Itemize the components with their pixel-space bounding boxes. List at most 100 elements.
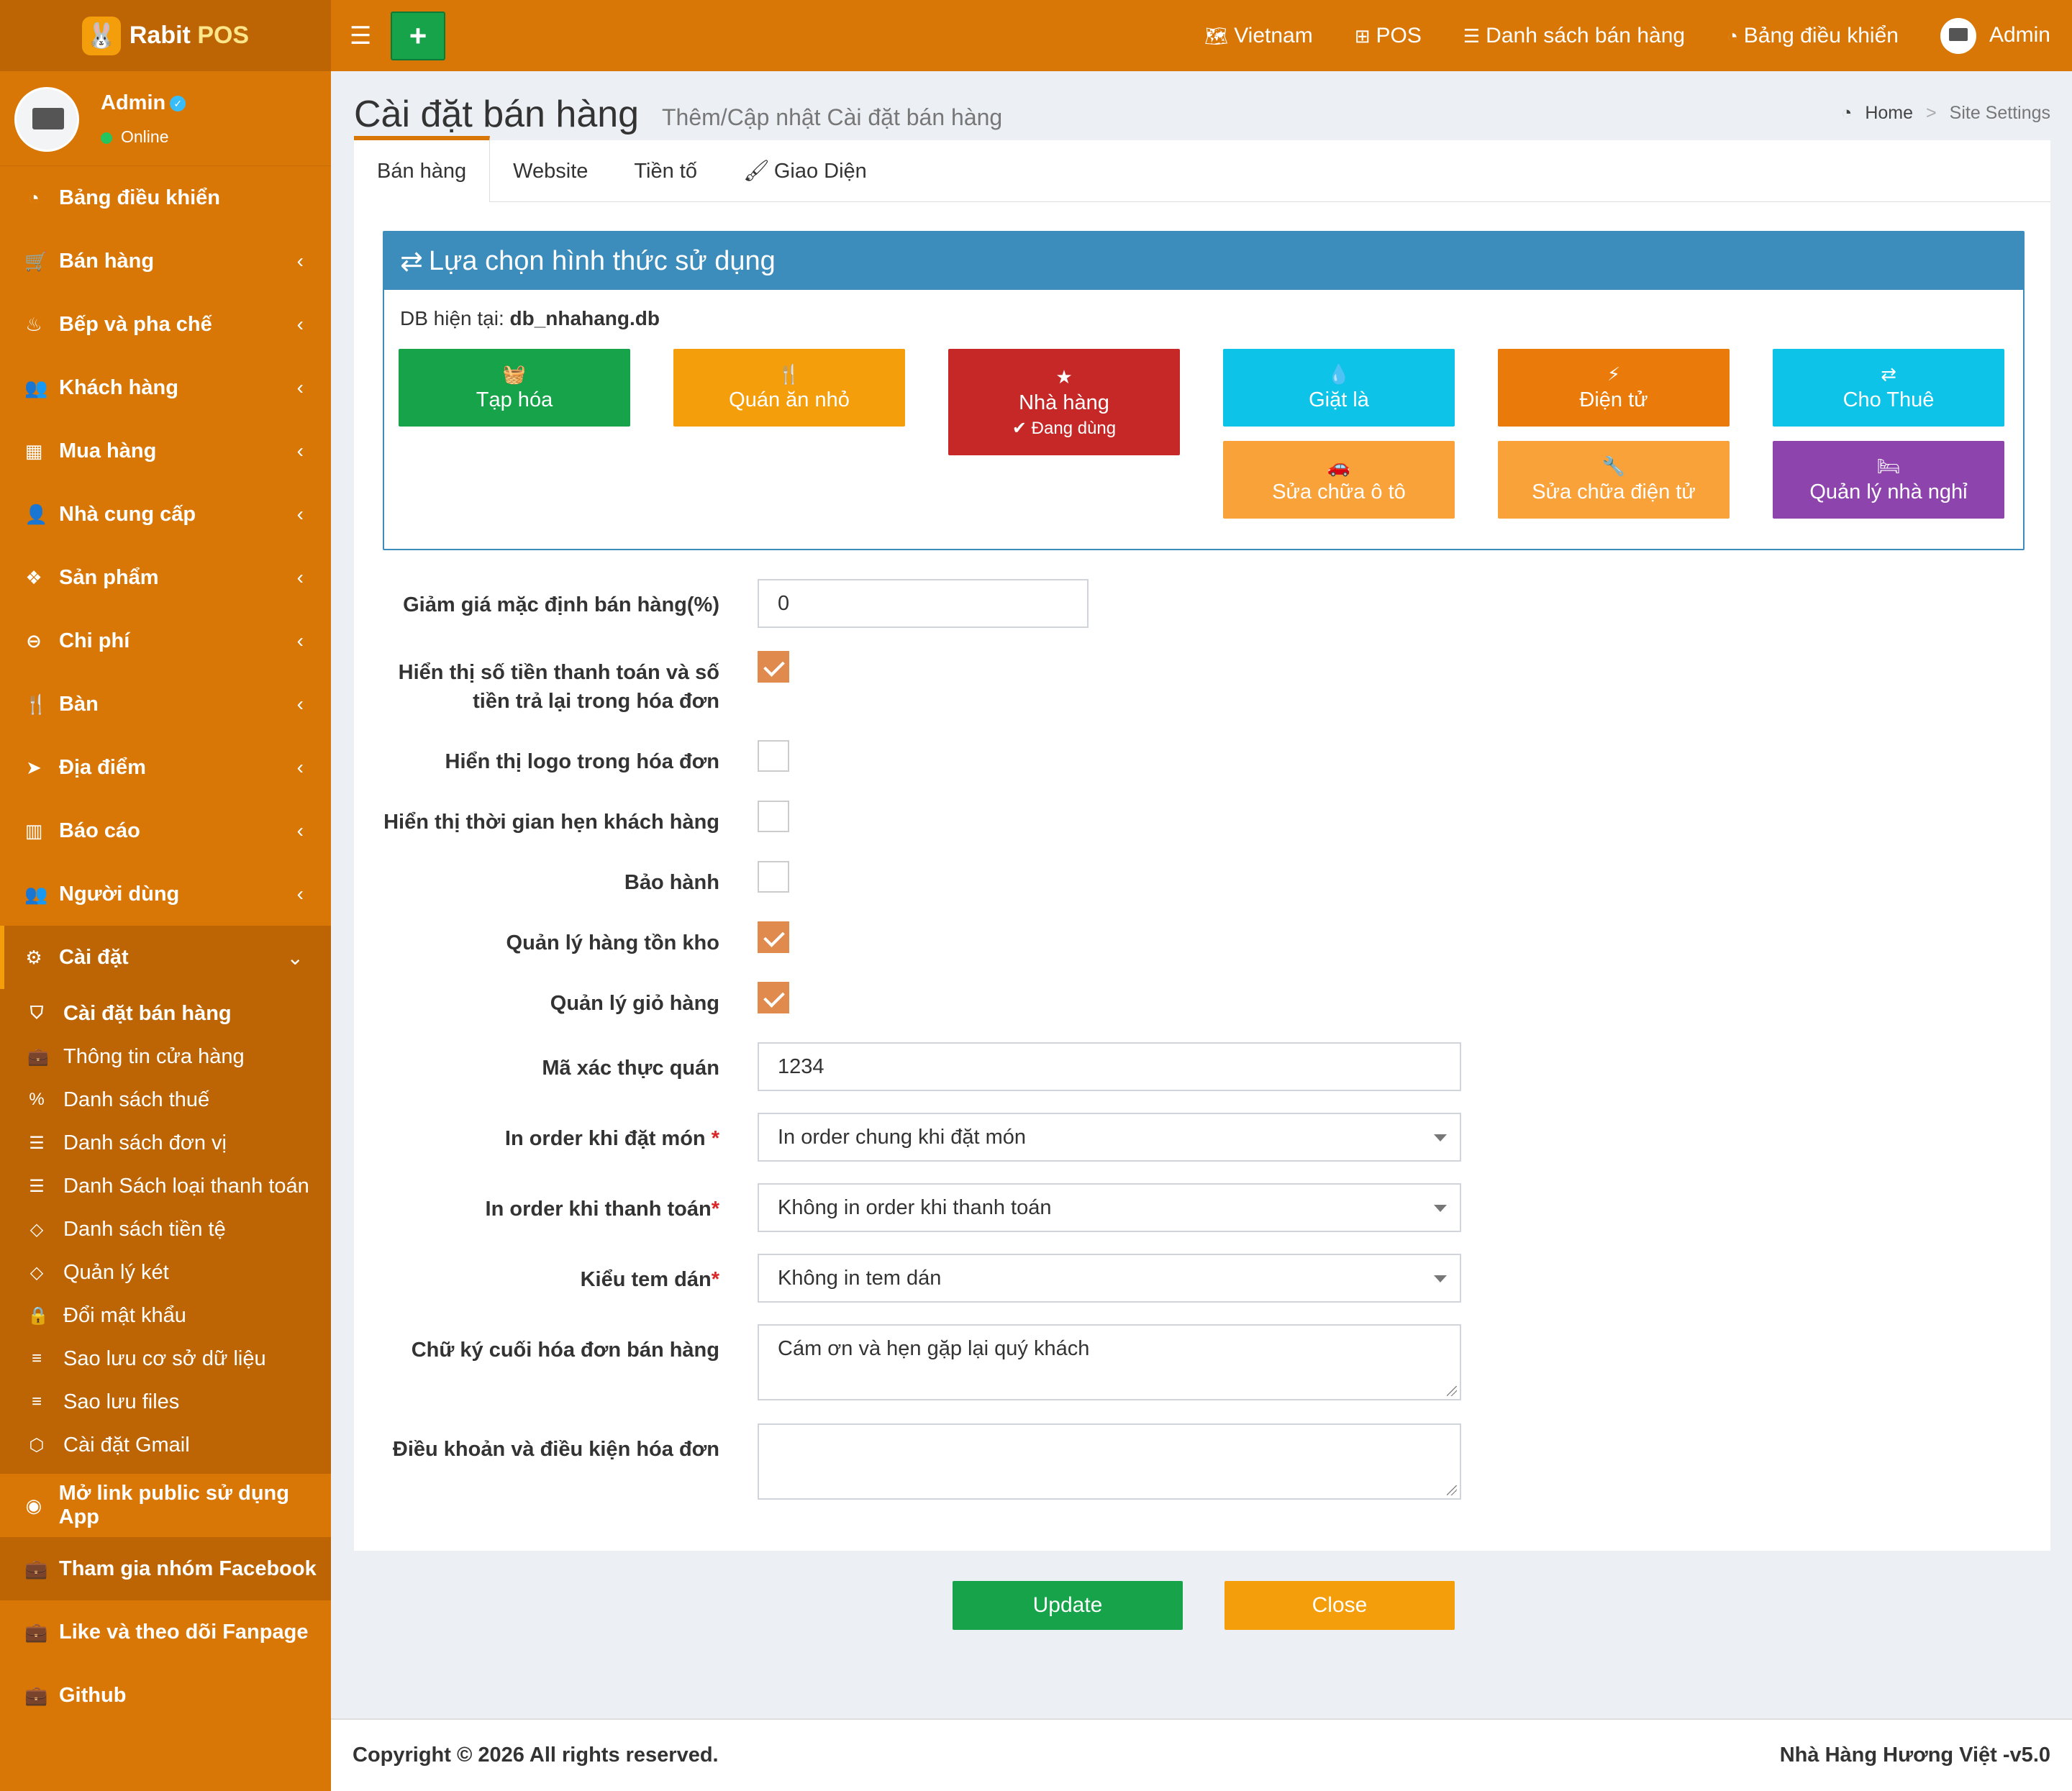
show-payment-checkbox[interactable]	[758, 651, 789, 683]
auth-code-input[interactable]: 1234	[758, 1042, 1461, 1091]
submenu-backup-db[interactable]: ≡ Sao lưu cơ sở dữ liệu	[0, 1337, 331, 1380]
sidebar-item-settings[interactable]: ⚙ Cài đặt ⌄	[0, 926, 331, 989]
mode-motel-button[interactable]: 🛏 Quản lý nhà nghỉ	[1773, 441, 2004, 519]
update-button[interactable]: Update	[953, 1581, 1183, 1630]
settings-panel: ⇄ Lựa chọn hình thức sử dụng DB hiện tại:…	[354, 202, 2050, 1551]
list-icon: ☰	[29, 1133, 45, 1153]
show-logo-label: Hiển thị logo trong hóa đơn	[445, 750, 719, 773]
footer-brand: Nhà Hàng Hương Việt -v5.0	[1779, 1744, 2050, 1767]
sidebar-item-public-link[interactable]: ◉ Mở link public sử dụng App	[0, 1474, 331, 1537]
cube-icon: ⬡	[29, 1435, 45, 1455]
avatar	[1940, 17, 1976, 54]
submenu-gmail-settings[interactable]: ⬡ Cài đặt Gmail	[0, 1423, 331, 1467]
cart-icon: 🛒	[24, 250, 48, 272]
submenu-payment-types[interactable]: ☰ Danh Sách loại thanh toán	[0, 1165, 331, 1208]
breadcrumb: ◔ Home > Site Settings	[1841, 103, 2050, 124]
print-payment-select[interactable]: Không in order khi thanh toán	[758, 1183, 1461, 1232]
sidebar-item-sales[interactable]: 🛒 Bán hàng ‹	[0, 229, 331, 293]
submenu-unit-list[interactable]: ☰ Danh sách đơn vị	[0, 1121, 331, 1165]
current-db: DB hiện tại: db_nhahang.db	[400, 307, 660, 329]
dashboard-icon: ◔	[1841, 103, 1853, 123]
chevron-left-icon: ‹	[296, 566, 304, 588]
brush-icon: 🖌	[743, 160, 770, 183]
minus-circle-icon: ⊖	[26, 629, 42, 652]
sidebar-item-github[interactable]: 💼 Github	[0, 1664, 331, 1727]
chevron-left-icon: ‹	[296, 503, 304, 525]
tab-prefix[interactable]: Tiền tố	[611, 140, 720, 202]
sidebar-item-products[interactable]: ❖ Sản phẩm ‹	[0, 546, 331, 609]
sidebar-item-facebook-group[interactable]: 💼 Tham gia nhóm Facebook	[0, 1537, 331, 1600]
submenu-backup-files[interactable]: ≡ Sao lưu files	[0, 1380, 331, 1423]
mode-car-repair-button[interactable]: 🚗 Sửa chữa ô tô	[1223, 441, 1455, 519]
print-payment-label: In order khi thanh toán*	[485, 1198, 719, 1221]
tab-website[interactable]: Website	[490, 140, 611, 202]
terms-textarea[interactable]	[758, 1423, 1461, 1500]
cart-label: Quản lý giỏ hàng	[550, 992, 719, 1015]
sidebar-user: Admin ✓ Online	[0, 71, 331, 166]
terms-label: Điều khoản và điều kiện hóa đơn	[392, 1438, 719, 1461]
submenu-cash-drawer[interactable]: ◇ Quản lý két	[0, 1251, 331, 1294]
nav-pos[interactable]: ⊞ POS	[1355, 24, 1422, 48]
sidebar-item-users[interactable]: 👥 Người dùng ‹	[0, 862, 331, 926]
sidebar-item-kitchen[interactable]: ♨ Bếp và pha chế ‹	[0, 293, 331, 356]
bed-icon: 🛏	[1876, 455, 1901, 477]
nav-sales-list[interactable]: ☰ Danh sách bán hàng	[1463, 24, 1685, 48]
cubes-icon: ❖	[25, 566, 42, 588]
mode-electronics-repair-button[interactable]: 🔧 Sửa chữa điện tử	[1498, 441, 1730, 519]
sticker-select[interactable]: Không in tem dán	[758, 1254, 1461, 1303]
star-icon: ★	[1055, 365, 1073, 388]
sidebar-item-tables[interactable]: 🍴 Bàn ‹	[0, 673, 331, 736]
submenu-change-password[interactable]: 🔒 Đổi mật khẩu	[0, 1294, 331, 1337]
footer: Copyright © 2026 All rights reserved. Nh…	[331, 1718, 2072, 1791]
chevron-left-icon: ‹	[296, 756, 304, 778]
mode-grocery-button[interactable]: 🧺 Tạp hóa	[399, 349, 630, 427]
sidebar-item-fanpage[interactable]: 💼 Like và theo dõi Fanpage	[0, 1600, 331, 1664]
cart-checkbox[interactable]	[758, 982, 789, 1013]
mode-eatery-button[interactable]: 🍴 Quán ăn nhỏ	[673, 349, 905, 427]
sidebar: Admin ✓ Online ◔ Bảng điều khiển 🛒 Bán hàng…	[0, 71, 331, 1791]
chevron-left-icon: ‹	[296, 629, 304, 652]
sidebar-item-purchases[interactable]: ▦ Mua hàng ‹	[0, 419, 331, 483]
sidebar-item-locations[interactable]: ➤ Địa điểm ‹	[0, 736, 331, 799]
mode-electronics-button[interactable]: ⚡ Điện tử	[1498, 349, 1730, 427]
wrench-icon: 🔧	[1601, 455, 1626, 477]
code-icon: ◇	[29, 1262, 44, 1282]
menu-toggle-icon[interactable]: ☰	[350, 22, 371, 50]
close-button[interactable]: Close	[1224, 1581, 1455, 1630]
show-logo-checkbox[interactable]	[758, 740, 789, 772]
nav-dashboard[interactable]: ◔ Bảng điều khiển	[1727, 24, 1899, 48]
tab-sales[interactable]: Bán hàng	[354, 136, 491, 202]
chevron-left-icon: ‹	[296, 250, 304, 272]
copyright: Copyright © 2026 All rights reserved.	[353, 1744, 719, 1767]
stock-checkbox[interactable]	[758, 921, 789, 953]
sidebar-item-customers[interactable]: 👥 Khách hàng ‹	[0, 356, 331, 419]
nav-language[interactable]: 🗺 Vietnam	[1204, 24, 1313, 48]
sidebar-item-reports[interactable]: ▥ Báo cáo ‹	[0, 799, 331, 862]
language-icon: 🗺	[1204, 24, 1229, 47]
submenu-tax-list[interactable]: % Danh sách thuế	[0, 1078, 331, 1121]
mode-rental-button[interactable]: ⇄ Cho Thuê	[1773, 349, 2004, 427]
show-appointment-checkbox[interactable]	[758, 801, 789, 832]
submenu-store-info[interactable]: 💼 Thông tin cửa hàng	[0, 1035, 331, 1078]
sidebar-item-dashboard[interactable]: ◔ Bảng điều khiển	[0, 166, 331, 229]
sidebar-item-suppliers[interactable]: 👤 Nhà cung cấp ‹	[0, 483, 331, 546]
show-appointment-label: Hiển thị thời gian hẹn khách hàng	[383, 811, 719, 834]
warranty-checkbox[interactable]	[758, 861, 789, 893]
submenu-currency-list[interactable]: ◇ Danh sách tiền tệ	[0, 1208, 331, 1251]
mode-laundry-button[interactable]: 💧 Giặt là	[1223, 349, 1455, 427]
nav-user[interactable]: Admin	[1940, 17, 2050, 54]
tab-theme[interactable]: 🖌 Giao Diện	[720, 140, 890, 202]
mode-restaurant-button[interactable]: ★ Nhà hàng ✔ Đang dùng	[948, 349, 1180, 455]
submenu-sales-settings[interactable]: ⛉ Cài đặt bán hàng	[0, 992, 331, 1035]
page-subtitle: Thêm/Cập nhật Cài đặt bán hàng	[662, 104, 1003, 130]
plus-square-icon: ⊞	[1354, 24, 1371, 47]
droplet-icon: 💧	[1327, 363, 1351, 385]
page-title: Cài đặt bán hàng	[354, 94, 640, 135]
discount-input[interactable]: 0	[758, 579, 1089, 628]
add-button[interactable]: +	[391, 12, 445, 60]
sidebar-item-expenses[interactable]: ⊖ Chi phí ‹	[0, 609, 331, 673]
signature-textarea[interactable]: Cám ơn và hẹn gặp lại quý khách	[758, 1324, 1461, 1400]
breadcrumb-home[interactable]: Home	[1865, 103, 1913, 124]
logo[interactable]: 🐰 Rabit POS	[0, 0, 331, 71]
print-order-select[interactable]: In order chung khi đặt món	[758, 1113, 1461, 1162]
